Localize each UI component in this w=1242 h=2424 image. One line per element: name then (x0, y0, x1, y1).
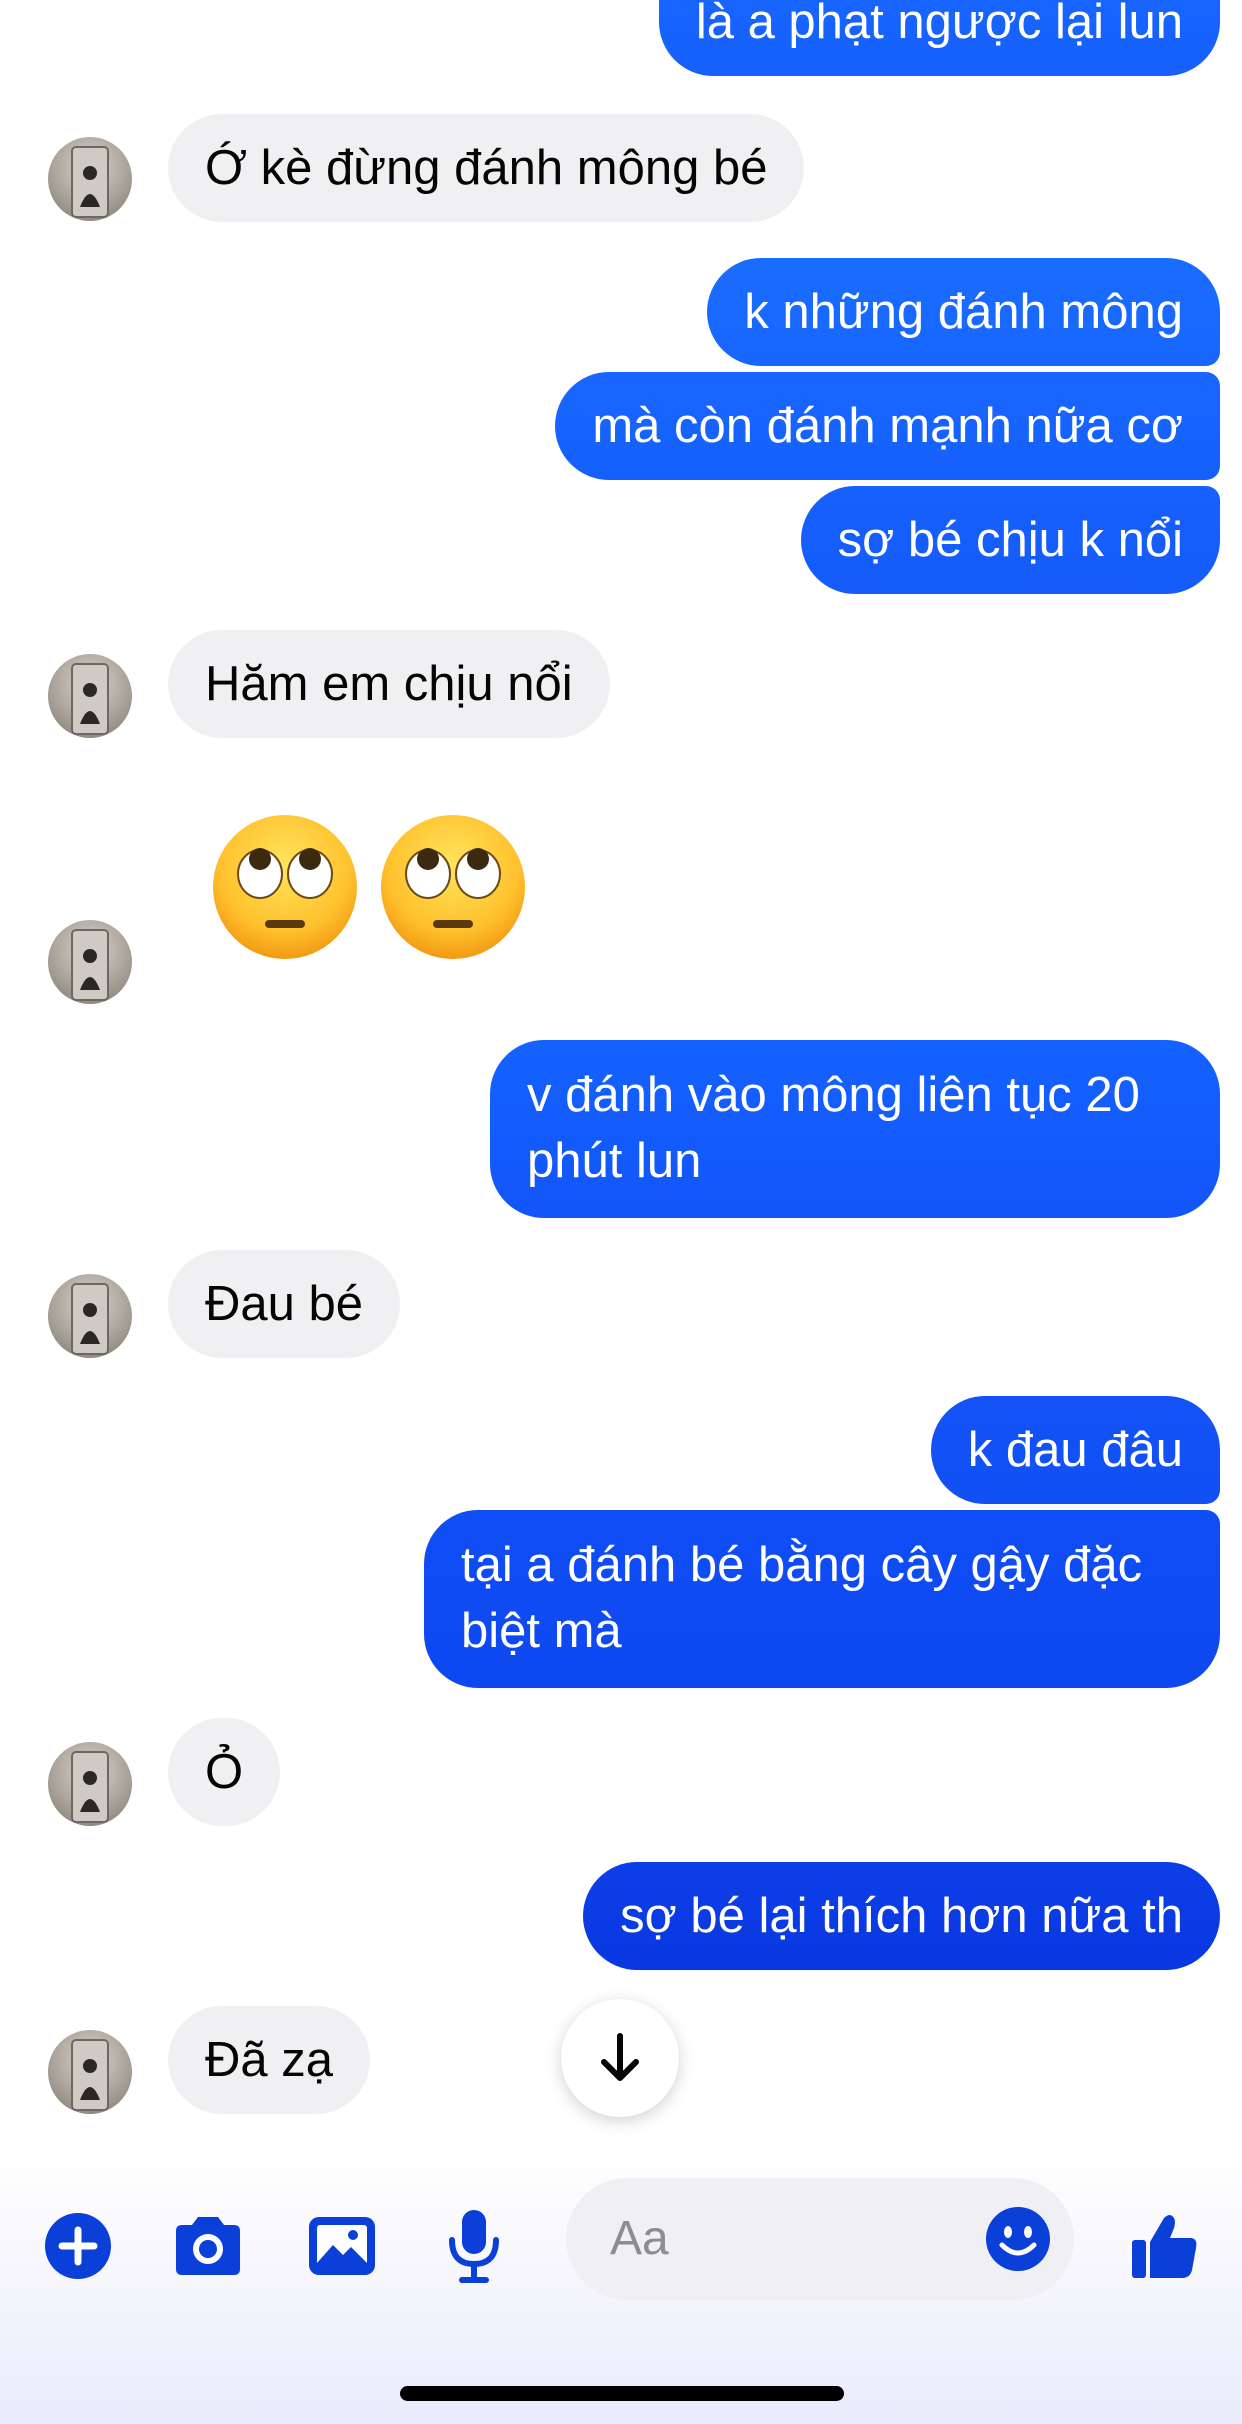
message-line: v đánh vào mông liên tục 20 (527, 1068, 1140, 1122)
incoming-message[interactable]: Ỏ (168, 1718, 281, 1826)
camera-button[interactable] (168, 2206, 248, 2286)
message-input-placeholder: Aa (610, 2212, 669, 2265)
incoming-message[interactable]: Ớ kè đừng đánh mông bé (168, 114, 805, 222)
gallery-button[interactable] (302, 2206, 382, 2286)
outgoing-message[interactable]: k đau đâu (930, 1396, 1220, 1504)
message-line: tại a đánh bé bằng cây gậy đặc (461, 1538, 1143, 1592)
voice-message-button[interactable] (434, 2206, 514, 2286)
outgoing-message[interactable]: sợ bé chịu k nổi (800, 486, 1220, 594)
like-button[interactable] (1122, 2206, 1206, 2286)
incoming-message[interactable]: Đã zạ (168, 2006, 371, 2114)
rolling-eyes-emoji-icon (381, 815, 525, 959)
home-indicator[interactable] (400, 2386, 844, 2401)
contact-avatar[interactable] (48, 137, 132, 221)
plus-circle-icon (45, 2213, 111, 2279)
smiley-icon (986, 2207, 1050, 2271)
arrow-down-icon (601, 2033, 639, 2081)
avatar-photo-icon (71, 663, 109, 735)
gallery-icon (309, 2217, 375, 2275)
avatar-photo-icon (71, 146, 109, 218)
message-composer: Aa (0, 2152, 1242, 2424)
contact-avatar[interactable] (48, 1274, 132, 1358)
contact-avatar[interactable] (48, 1742, 132, 1826)
emoji-message[interactable] (210, 812, 528, 962)
contact-avatar[interactable] (48, 654, 132, 738)
outgoing-message[interactable]: mà còn đánh mạnh nữa cơ (555, 372, 1220, 480)
outgoing-message[interactable]: k những đánh mông (707, 258, 1220, 366)
camera-icon (176, 2217, 240, 2275)
scroll-to-bottom-button[interactable] (561, 1999, 679, 2117)
rolling-eyes-emoji-icon (213, 815, 357, 959)
contact-avatar[interactable] (48, 2030, 132, 2114)
avatar-photo-icon (71, 1751, 109, 1823)
avatar-photo-icon (71, 2039, 109, 2111)
outgoing-message[interactable]: sợ bé lại thích hơn nữa th (583, 1862, 1220, 1970)
outgoing-message[interactable]: là a phạt ngược lại lun (658, 0, 1220, 76)
incoming-message[interactable]: Đau bé (168, 1250, 401, 1358)
incoming-message[interactable]: Hăm em chịu nổi (168, 630, 610, 738)
outgoing-message[interactable]: tại a đánh bé bằng cây gậy đặc biệt mà (424, 1510, 1220, 1688)
message-input[interactable]: Aa (566, 2178, 1074, 2300)
messenger-chat-screen: là a phạt ngược lại lun Ớ kè đừng đánh m… (0, 0, 1242, 2424)
more-actions-button[interactable] (38, 2206, 118, 2286)
microphone-icon (449, 2210, 499, 2283)
avatar-photo-icon (71, 1283, 109, 1355)
outgoing-message[interactable]: v đánh vào mông liên tục 20 phút lun (490, 1040, 1220, 1218)
emoji-picker-button[interactable] (984, 2205, 1052, 2273)
thumbs-up-icon (1132, 2215, 1197, 2278)
avatar-photo-icon (71, 929, 109, 1001)
message-line: biệt mà (461, 1604, 622, 1658)
contact-avatar[interactable] (48, 920, 132, 1004)
message-line: phút lun (527, 1134, 702, 1188)
